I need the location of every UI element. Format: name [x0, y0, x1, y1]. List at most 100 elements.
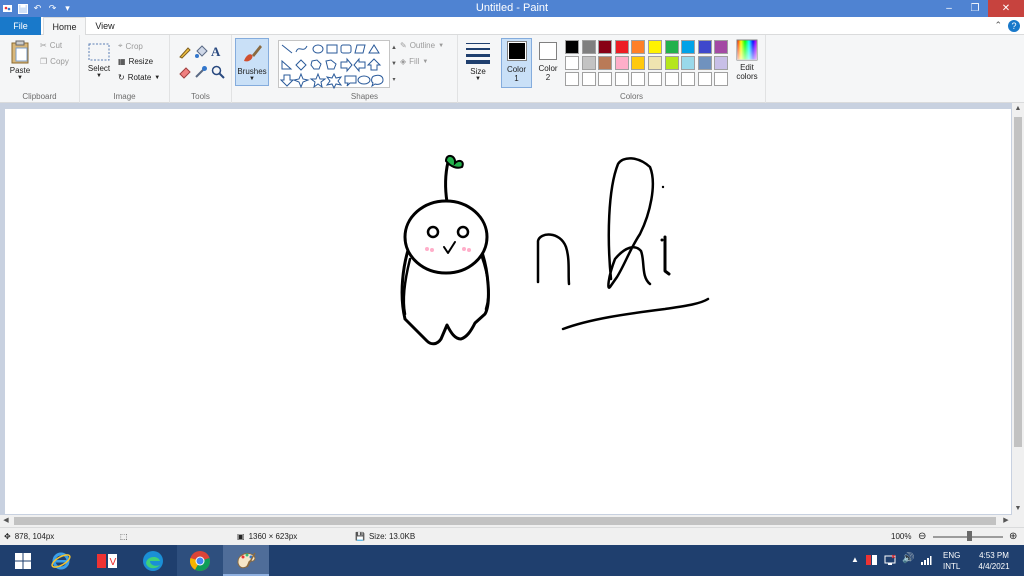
color-swatch[interactable]	[614, 40, 629, 54]
color-swatch[interactable]	[714, 40, 729, 54]
size-button[interactable]: Size ▼	[463, 41, 493, 82]
zoom-in-button[interactable]: ⊕	[1009, 531, 1017, 542]
tab-view[interactable]: View	[88, 17, 122, 35]
restore-button[interactable]: ❐	[962, 0, 988, 17]
tab-home[interactable]: Home	[43, 17, 86, 36]
zoom-out-button[interactable]: ⊖	[918, 531, 926, 542]
horizontal-scroll-thumb[interactable]	[14, 517, 996, 525]
pencil-icon[interactable]	[178, 45, 192, 59]
eraser-icon[interactable]	[178, 65, 192, 79]
close-button[interactable]: ✕	[988, 0, 1024, 17]
color-swatch[interactable]	[697, 56, 712, 70]
edit-colors-button[interactable]: Edit colors	[731, 39, 763, 81]
cut-button[interactable]: ✂ Cut	[40, 41, 62, 50]
scroll-right-icon[interactable]: ▶	[1000, 515, 1012, 527]
outline-dropdown-icon[interactable]: ▼	[438, 43, 444, 49]
color-swatch[interactable]	[598, 56, 613, 70]
color-swatch[interactable]	[614, 56, 629, 70]
vertical-scrollbar[interactable]: ▲ ▼	[1012, 103, 1024, 515]
taskbar-edge[interactable]	[130, 545, 176, 576]
image-group-label: Image	[113, 92, 136, 101]
color-swatch[interactable]	[697, 72, 712, 86]
tab-file[interactable]: File	[0, 17, 41, 35]
taskbar-internet-explorer[interactable]	[38, 545, 84, 576]
color-swatch[interactable]	[664, 72, 679, 86]
color-swatch[interactable]	[581, 72, 596, 86]
scroll-up-icon[interactable]: ▲	[1012, 103, 1024, 115]
color-swatch[interactable]	[581, 40, 596, 54]
rotate-button[interactable]: ↻ Rotate ▼	[118, 73, 160, 82]
color-swatch[interactable]	[714, 72, 729, 86]
taskbar-unikey[interactable]: V	[84, 545, 130, 576]
color2-button[interactable]: Color 2	[534, 38, 562, 88]
taskbar-paint[interactable]	[223, 545, 269, 576]
brushes-button[interactable]: Brushes ▼	[235, 38, 269, 86]
tray-language[interactable]: ENG INTL	[943, 550, 960, 572]
color-swatch[interactable]	[664, 40, 679, 54]
zoom-slider-thumb[interactable]	[967, 531, 972, 541]
color-swatch[interactable]	[581, 56, 596, 70]
help-icon[interactable]: ?	[1008, 20, 1020, 32]
select-button[interactable]: Select ▼	[85, 42, 113, 79]
shapes-scroll[interactable]: ▲ ▼ ▾	[390, 40, 398, 88]
scrollbar-corner	[1012, 515, 1024, 527]
tray-show-hidden-icon[interactable]: ▲	[851, 555, 859, 564]
color-swatch[interactable]	[598, 40, 613, 54]
color-swatch[interactable]	[565, 56, 579, 70]
vertical-scroll-thumb[interactable]	[1014, 117, 1022, 447]
brushes-dropdown-icon[interactable]: ▼	[236, 76, 268, 82]
taskbar-chrome[interactable]	[177, 545, 223, 576]
select-rectangle-icon	[88, 43, 110, 61]
shapes-gallery[interactable]	[278, 40, 390, 90]
color-picker-icon[interactable]	[194, 65, 208, 79]
tray-clock[interactable]: 4:53 PM 4/4/2021	[972, 550, 1016, 572]
drawing-canvas[interactable]	[5, 109, 1011, 514]
tray-unikey-icon[interactable]	[866, 554, 878, 568]
color-swatch[interactable]	[631, 72, 646, 86]
fill-button[interactable]: ◈ Fill ▼	[400, 57, 428, 66]
color1-button[interactable]: Color 1	[501, 38, 532, 88]
size-dropdown-icon[interactable]: ▼	[463, 76, 493, 82]
select-dropdown-icon[interactable]: ▼	[85, 73, 113, 79]
scroll-down-icon[interactable]: ▼	[1012, 503, 1024, 515]
copy-button[interactable]: ❐ Copy	[40, 57, 69, 66]
tray-network-icon[interactable]	[884, 554, 896, 568]
color-swatch[interactable]	[631, 40, 646, 54]
outline-label: Outline	[409, 41, 436, 50]
color1-swatch-frame	[506, 41, 527, 61]
color-swatch[interactable]	[614, 72, 629, 86]
color-swatch[interactable]	[598, 72, 613, 86]
canvas-workspace[interactable]	[0, 103, 1024, 527]
text-tool-icon[interactable]: A	[211, 44, 220, 60]
color-swatch[interactable]	[647, 72, 662, 86]
outline-button[interactable]: ✎ Outline ▼	[400, 41, 444, 50]
minimize-button[interactable]: –	[936, 0, 962, 17]
color-swatch[interactable]	[664, 56, 679, 70]
fill-bucket-icon[interactable]	[194, 45, 208, 59]
paste-button[interactable]: Paste ▼	[6, 40, 34, 81]
paste-dropdown-icon[interactable]: ▼	[6, 75, 34, 81]
resize-button[interactable]: ▦ Resize	[118, 57, 153, 66]
tray-language-code: ENG	[943, 551, 961, 560]
horizontal-scrollbar[interactable]: ◀ ▶	[0, 515, 1012, 527]
tray-volume-icon[interactable]: 🔊	[902, 553, 914, 564]
canvas-size-text: 1360 × 623px	[248, 532, 298, 541]
color-swatch[interactable]	[565, 40, 579, 54]
color-swatch[interactable]	[647, 40, 662, 54]
rotate-dropdown-icon[interactable]: ▼	[154, 75, 160, 81]
scroll-left-icon[interactable]: ◀	[0, 515, 12, 527]
color-swatch[interactable]	[681, 72, 696, 86]
tray-wifi-icon[interactable]	[920, 554, 932, 568]
minimize-ribbon-icon[interactable]: ⌃	[994, 20, 1002, 31]
color-swatch[interactable]	[565, 72, 579, 86]
color-swatch[interactable]	[697, 40, 712, 54]
color-swatch[interactable]	[681, 56, 696, 70]
magnifier-icon[interactable]	[211, 65, 225, 79]
crop-button[interactable]: ⌖ Crop	[118, 41, 143, 51]
color-swatch[interactable]	[714, 56, 729, 70]
color-swatch[interactable]	[631, 56, 646, 70]
color-swatch[interactable]	[681, 40, 696, 54]
drawing-content	[400, 155, 710, 346]
fill-dropdown-icon[interactable]: ▼	[422, 59, 428, 65]
color-swatch[interactable]	[647, 56, 662, 70]
